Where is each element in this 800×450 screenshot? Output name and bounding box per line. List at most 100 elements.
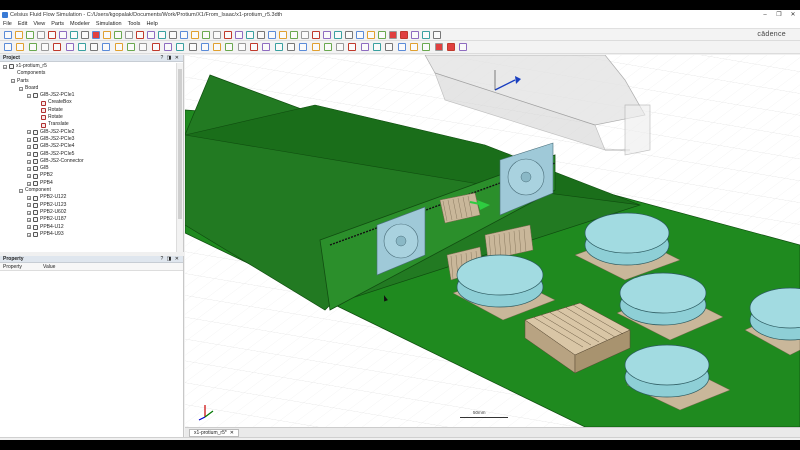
expand-icon[interactable]: +	[27, 218, 31, 223]
tree-item[interactable]: − x1-protium_r5	[0, 63, 176, 70]
loft-icon[interactable]	[163, 43, 172, 51]
report-icon[interactable]	[433, 31, 441, 39]
cut-icon[interactable]	[37, 31, 45, 39]
right-view-icon[interactable]	[235, 31, 243, 39]
split-icon[interactable]	[237, 43, 246, 51]
chamfer-icon[interactable]	[188, 43, 197, 51]
document-tab[interactable]: x1-protium_r5* ✕	[189, 429, 239, 437]
back-view-icon[interactable]	[213, 31, 221, 39]
fillet-icon[interactable]	[176, 43, 185, 51]
record-icon[interactable]	[400, 31, 408, 39]
heatsink-icon[interactable]	[385, 43, 394, 51]
simulate-icon[interactable]	[356, 31, 364, 39]
record-red-icon[interactable]	[446, 43, 455, 51]
tree-item[interactable]: CreateBox	[0, 99, 176, 106]
measure-icon[interactable]	[250, 43, 258, 51]
wireframe-icon[interactable]	[334, 31, 342, 39]
expand-icon[interactable]: +	[27, 181, 31, 186]
expand-icon[interactable]: +	[27, 196, 31, 201]
subtract-icon[interactable]	[213, 43, 222, 51]
intersect-icon[interactable]	[225, 43, 234, 51]
color-icon[interactable]	[348, 43, 357, 51]
mesh-icon[interactable]	[411, 31, 419, 39]
arrow-right-icon[interactable]	[279, 31, 287, 39]
tree-item[interactable]: + PPB2-U123	[0, 202, 176, 209]
tree-item[interactable]: + GIB-JS2-PCIe3	[0, 136, 176, 143]
cylinder-icon[interactable]	[77, 43, 86, 51]
tree-item[interactable]: − GIB-JS2-PCIe1	[0, 92, 176, 99]
collapse-icon[interactable]: −	[3, 64, 7, 69]
tree-item[interactable]: − Component	[0, 187, 176, 194]
tree-item[interactable]: + PPB2	[0, 172, 176, 179]
move-icon[interactable]	[114, 31, 122, 39]
expand-icon[interactable]: +	[27, 159, 31, 164]
zoom-in-icon[interactable]	[158, 31, 166, 39]
tree-item[interactable]: + GIB-JS2-PCIe5	[0, 151, 176, 158]
fit-view-icon[interactable]	[147, 31, 155, 39]
tree-item[interactable]: − Board	[0, 85, 176, 92]
stop-red-icon[interactable]	[434, 43, 443, 51]
panel-controls[interactable]: ? ◨ ✕	[161, 256, 180, 262]
revolve-icon[interactable]	[139, 43, 148, 51]
pattern-icon[interactable]	[299, 43, 308, 51]
menu-tools[interactable]: Tools	[128, 21, 141, 27]
menu-view[interactable]: View	[33, 21, 45, 27]
delete-icon[interactable]	[70, 31, 78, 39]
zoom-out-icon[interactable]	[169, 31, 177, 39]
tree-item[interactable]: + PPB4-U93	[0, 231, 176, 238]
array-icon[interactable]	[311, 43, 320, 51]
grid-icon[interactable]	[312, 31, 320, 39]
tree-item[interactable]: Translate	[0, 121, 176, 128]
left-view-icon[interactable]	[224, 31, 232, 39]
vent-icon[interactable]	[397, 43, 406, 51]
box-icon[interactable]	[65, 43, 74, 51]
expand-icon[interactable]: +	[27, 232, 31, 237]
shaded-icon[interactable]	[345, 31, 353, 39]
tree-item[interactable]: Components	[0, 70, 176, 77]
rectangle-icon[interactable]	[16, 43, 25, 51]
menu-simulation[interactable]: Simulation	[96, 21, 122, 27]
extrude-icon[interactable]	[127, 43, 135, 51]
select-icon[interactable]	[103, 31, 111, 39]
results-icon[interactable]	[422, 31, 430, 39]
iso-view-icon[interactable]	[257, 31, 265, 39]
paste-icon[interactable]	[59, 31, 67, 39]
3d-viewport[interactable]: 50mm	[185, 55, 800, 427]
arrow-down-icon[interactable]	[301, 31, 309, 39]
panel-controls[interactable]: ? ◨ ✕	[161, 55, 180, 61]
tree-item[interactable]: + PPB2-U122	[0, 194, 176, 201]
expand-icon[interactable]: +	[27, 166, 31, 171]
circle-icon[interactable]	[28, 43, 37, 51]
expand-icon[interactable]: +	[27, 225, 31, 230]
save-icon[interactable]	[26, 31, 34, 39]
tree-item[interactable]: + PPB4	[0, 180, 176, 187]
tree-scrollbar[interactable]	[176, 63, 183, 252]
expand-icon[interactable]: +	[27, 203, 31, 208]
mirror-icon[interactable]	[286, 43, 295, 51]
hide-icon[interactable]	[323, 43, 332, 51]
sphere-icon[interactable]	[90, 43, 99, 51]
maximize-icon[interactable]: ❐	[772, 10, 786, 20]
sweep-icon[interactable]	[151, 43, 160, 51]
top-view-icon[interactable]	[246, 31, 254, 39]
column-value[interactable]: Value	[40, 263, 80, 270]
collapse-icon[interactable]: −	[27, 93, 31, 98]
material-icon[interactable]	[360, 43, 369, 51]
expand-icon[interactable]: +	[27, 145, 31, 150]
menu-modeler[interactable]: Modeler	[70, 21, 90, 27]
tree-item[interactable]: + GIB	[0, 165, 176, 172]
align-icon[interactable]	[274, 43, 283, 51]
pan-icon[interactable]	[180, 31, 188, 39]
new-file-icon[interactable]	[4, 31, 12, 39]
copy-icon[interactable]	[48, 31, 56, 39]
fan-icon[interactable]	[373, 43, 381, 51]
redo-icon[interactable]	[92, 31, 100, 39]
tree-item[interactable]: + PPB2-U602	[0, 209, 176, 216]
undo-icon[interactable]	[81, 31, 89, 39]
arc-icon[interactable]	[40, 43, 49, 51]
pause-icon[interactable]	[378, 31, 386, 39]
union-icon[interactable]	[200, 43, 209, 51]
probe-icon[interactable]	[422, 43, 431, 51]
line-icon[interactable]	[4, 43, 12, 51]
expand-icon[interactable]: +	[27, 130, 31, 135]
